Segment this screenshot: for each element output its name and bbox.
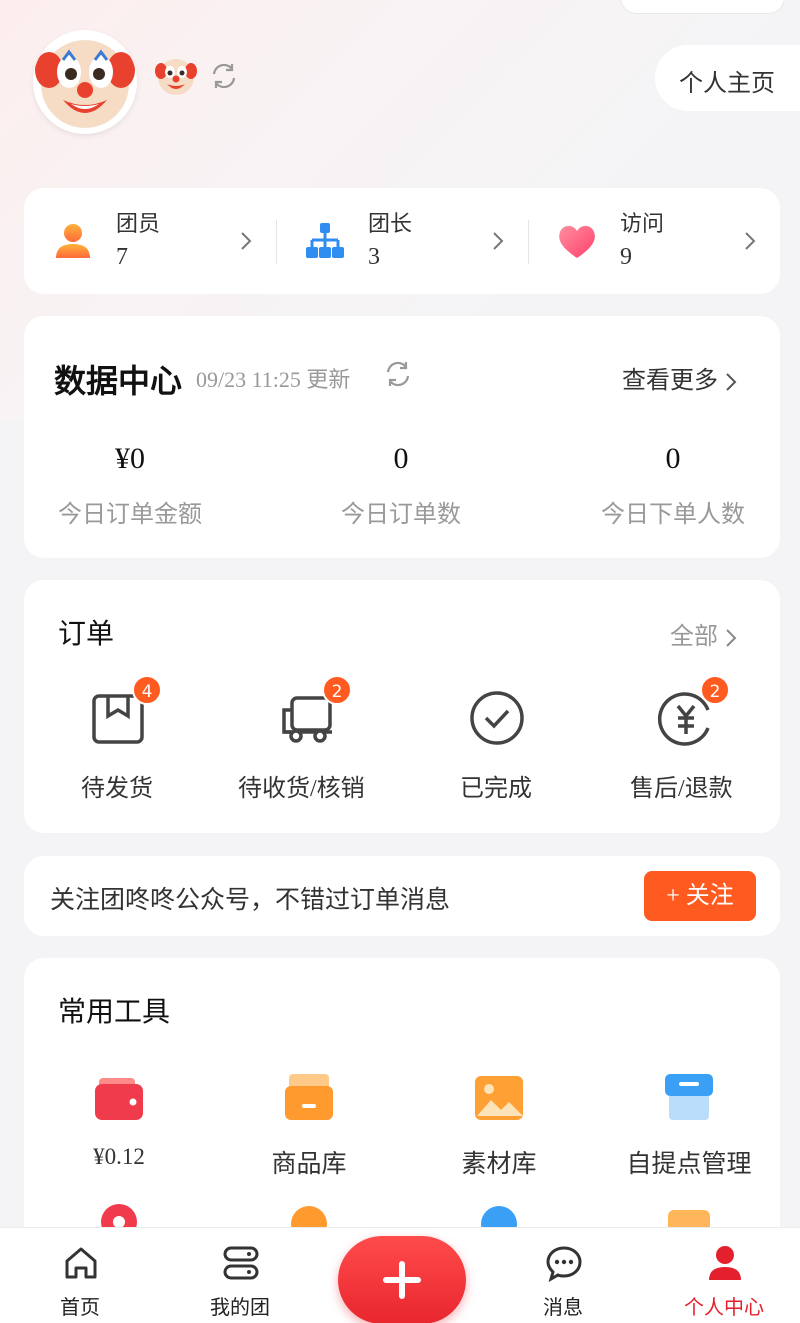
chevron-right-icon [726, 373, 737, 392]
person-icon [56, 224, 90, 258]
tab-my-group[interactable]: 我的团 [180, 1228, 300, 1323]
wallet-icon [95, 1078, 143, 1120]
view-more-label: 查看更多 [622, 368, 718, 394]
order-to-ship[interactable]: 4 待发货 [24, 580, 214, 833]
metric-value: 0 [665, 442, 681, 475]
count-badge: 4 [132, 675, 162, 705]
publish-plus-button[interactable] [338, 1236, 466, 1323]
data-center-title: 数据中心 [54, 363, 183, 399]
stats-card: 团员 7 团长 3 访问 9 [24, 188, 780, 294]
clown-face-icon [35, 40, 135, 128]
stat-label: 团员 [116, 211, 161, 236]
metric-value: 0 [393, 442, 409, 475]
clown-emoji-icon [155, 59, 197, 95]
tool-label: 商品库 [271, 1151, 347, 1178]
store-icon [665, 1074, 713, 1120]
plus-icon [383, 1261, 421, 1299]
chevron-right-icon [493, 232, 504, 250]
metric-label: 今日订单金额 [58, 502, 202, 528]
order-aftersale[interactable]: 2 售后/退款 [594, 580, 780, 833]
order-label: 售后/退款 [630, 776, 733, 802]
stat-leaders[interactable]: 团长 3 [276, 188, 528, 294]
count-badge: 2 [322, 675, 352, 705]
tab-home[interactable]: 首页 [20, 1228, 140, 1323]
order-to-receive[interactable]: 2 待收货/核销 [214, 580, 404, 833]
top-pill[interactable] [620, 0, 785, 14]
stat-label: 团长 [368, 211, 413, 236]
order-label: 待收货/核销 [238, 776, 365, 802]
order-completed[interactable]: 已完成 [404, 580, 594, 833]
refresh-icon[interactable] [382, 358, 414, 390]
stat-visits[interactable]: 访问 9 [528, 188, 780, 294]
metric-label: 今日订单数 [341, 502, 461, 528]
org-chart-icon [306, 223, 344, 258]
tab-label: 消息 [543, 1295, 583, 1319]
tool-label: 素材库 [461, 1151, 537, 1178]
order-label: 待发货 [81, 776, 153, 802]
chat-icon [546, 1246, 582, 1282]
box-icon [285, 1074, 333, 1120]
data-center-card: 数据中心 09/23 11:25 更新 查看更多 ¥0 今日订单金额 0 今日订… [24, 316, 780, 558]
personal-homepage-button[interactable]: 个人主页 [655, 45, 800, 111]
tab-personal-center[interactable]: 个人中心 [664, 1228, 784, 1323]
tool-label: ¥0.12 [93, 1144, 145, 1169]
stat-value: 7 [116, 244, 128, 270]
stat-label: 访问 [620, 211, 665, 236]
chevron-right-icon [745, 232, 756, 250]
view-more-link[interactable]: 查看更多 [622, 360, 738, 395]
home-icon [65, 1247, 97, 1279]
update-time: 09/23 11:25 更新 [196, 367, 351, 392]
refresh-icon[interactable] [208, 60, 240, 92]
stat-members[interactable]: 团员 7 [24, 188, 276, 294]
image-icon [475, 1076, 523, 1120]
avatar[interactable] [33, 30, 137, 134]
follow-button[interactable]: + 关注 [644, 871, 756, 921]
count-badge: 2 [700, 675, 730, 705]
follow-text: 关注团咚咚公众号，不错过订单消息 [50, 887, 451, 914]
list-icon [223, 1246, 259, 1280]
tool-label: 自提点管理 [626, 1151, 752, 1178]
tab-label: 我的团 [210, 1295, 270, 1319]
metric-label: 今日下单人数 [601, 502, 745, 528]
user-icon [709, 1246, 741, 1280]
tab-messages[interactable]: 消息 [503, 1228, 623, 1323]
chevron-right-icon [241, 232, 252, 250]
stat-value: 3 [368, 244, 380, 270]
tab-label: 个人中心 [684, 1295, 764, 1319]
stat-value: 9 [620, 244, 632, 270]
order-label: 已完成 [460, 776, 532, 802]
check-circle-icon [470, 691, 524, 745]
follow-banner: 关注团咚咚公众号，不错过订单消息 + 关注 [24, 856, 780, 936]
heart-icon [559, 225, 595, 258]
orders-card: 订单 全部 4 待发货 2 待收货/核销 已完成 2 售后/退款 [24, 580, 780, 833]
metric-value: ¥0 [115, 442, 145, 475]
tab-label: 首页 [60, 1295, 100, 1319]
